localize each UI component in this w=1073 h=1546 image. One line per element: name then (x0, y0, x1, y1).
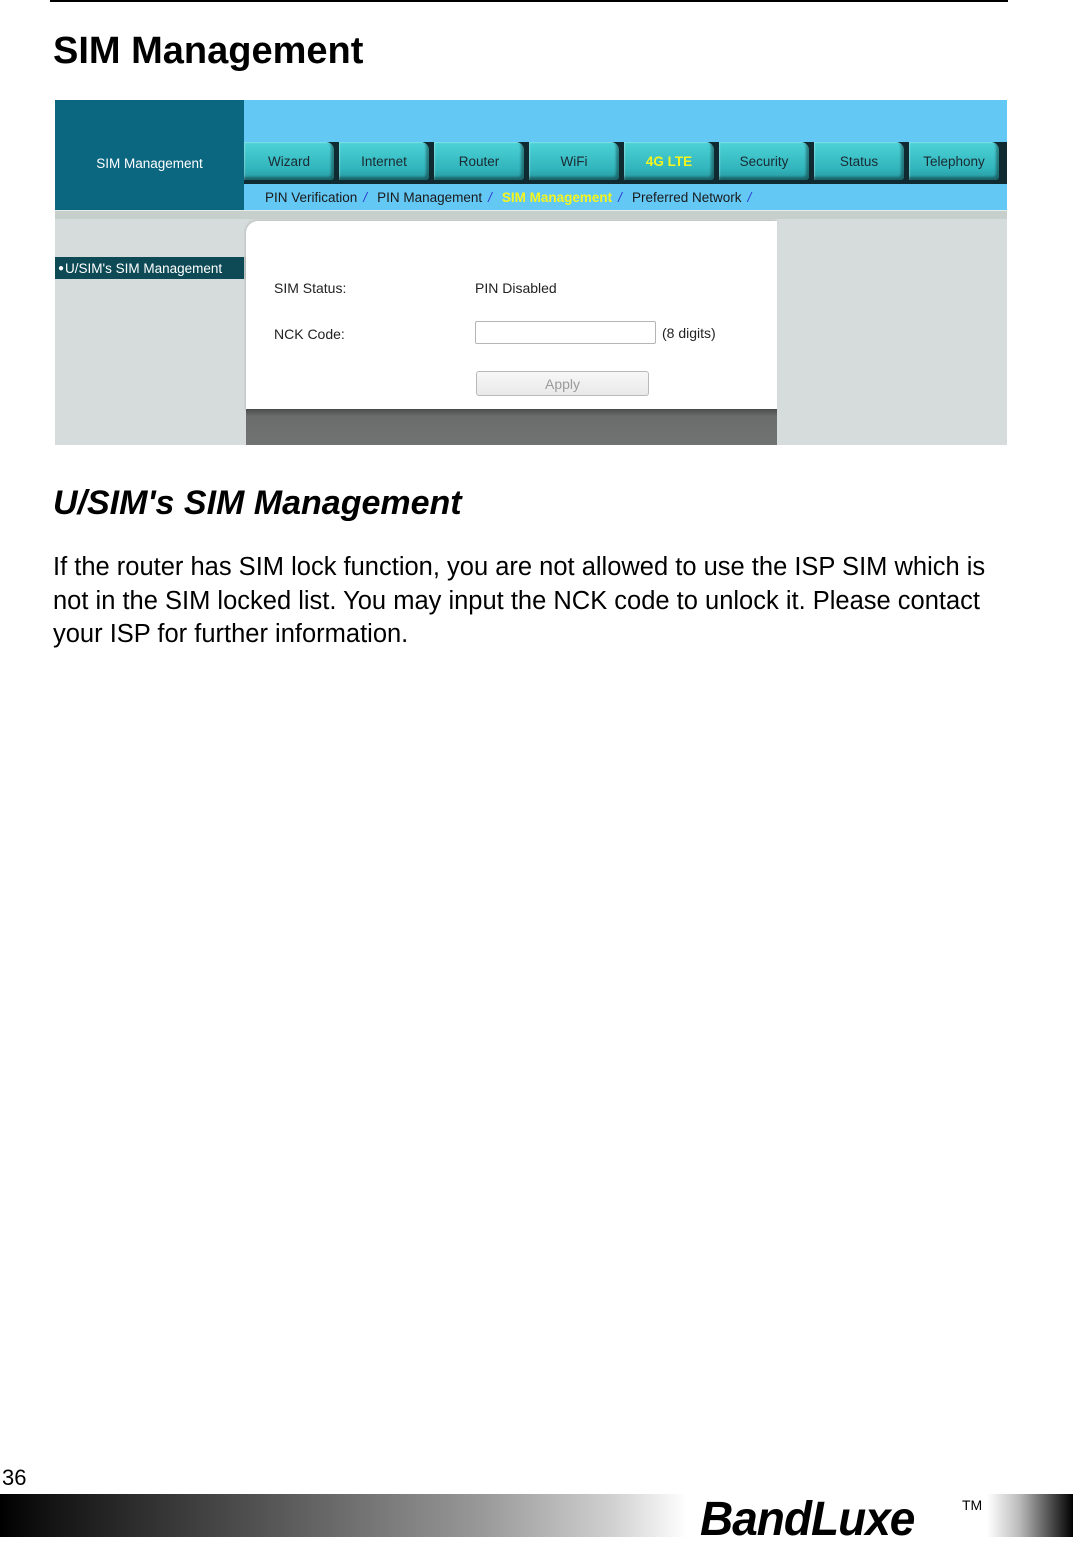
trademark-mark: TM (962, 1497, 983, 1513)
tab-status[interactable]: Status (814, 142, 904, 180)
tab-internet[interactable]: Internet (339, 142, 429, 180)
section-heading: U/SIM's SIM Management (53, 484, 462, 522)
page-number: 36 (2, 1465, 27, 1490)
top-rule (50, 0, 1008, 2)
sim-status-value: PIN Disabled (475, 280, 557, 296)
subnav-separator: / (363, 189, 368, 205)
subnav-preferred-network[interactable]: Preferred Network (632, 190, 742, 205)
nck-code-input[interactable] (475, 321, 656, 344)
tab-4g-lte[interactable]: 4G LTE (624, 142, 714, 180)
subnav-separator: / (618, 189, 622, 205)
subnav-separator: / (747, 189, 752, 205)
body-paragraph: If the router has SIM lock function, you… (53, 553, 986, 648)
brand-logo: BandLuxe (700, 1490, 915, 1546)
tab-wizard[interactable]: Wizard (244, 142, 334, 180)
nck-code-label: NCK Code: (274, 326, 345, 342)
sim-status-label: SIM Status: (274, 280, 347, 296)
right-side-panel (778, 230, 1007, 445)
sub-navigation: PIN Verification / PIN Management / SIM … (244, 184, 1007, 210)
sidebar-item-label: U/SIM's SIM Management (65, 260, 223, 276)
subnav-pin-verification[interactable]: PIN Verification (265, 190, 357, 205)
subnav-separator: / (488, 189, 492, 205)
tab-wifi[interactable]: WiFi (529, 142, 619, 180)
tab-security[interactable]: Security (719, 142, 809, 180)
sidebar-item-usim-sim-management[interactable]: ● U/SIM's SIM Management (55, 257, 244, 279)
page-title: SIM Management (53, 30, 364, 72)
main-tabs: Wizard Internet Router WiFi 4G LTE Secur… (244, 142, 1007, 184)
apply-button[interactable]: Apply (476, 371, 649, 396)
tab-router[interactable]: Router (434, 142, 524, 180)
bullet-icon: ● (58, 262, 65, 274)
body-divider (55, 210, 1007, 219)
content-footer-bar (246, 409, 777, 445)
tab-telephony[interactable]: Telephony (909, 142, 999, 180)
left-header-title: SIM Management (55, 100, 244, 210)
nck-code-hint: (8 digits) (662, 325, 716, 341)
subnav-sim-management[interactable]: SIM Management (502, 190, 612, 205)
router-ui-screenshot: SIM Management Wizard Internet Router Wi… (55, 100, 1007, 445)
subnav-pin-management[interactable]: PIN Management (377, 190, 482, 205)
